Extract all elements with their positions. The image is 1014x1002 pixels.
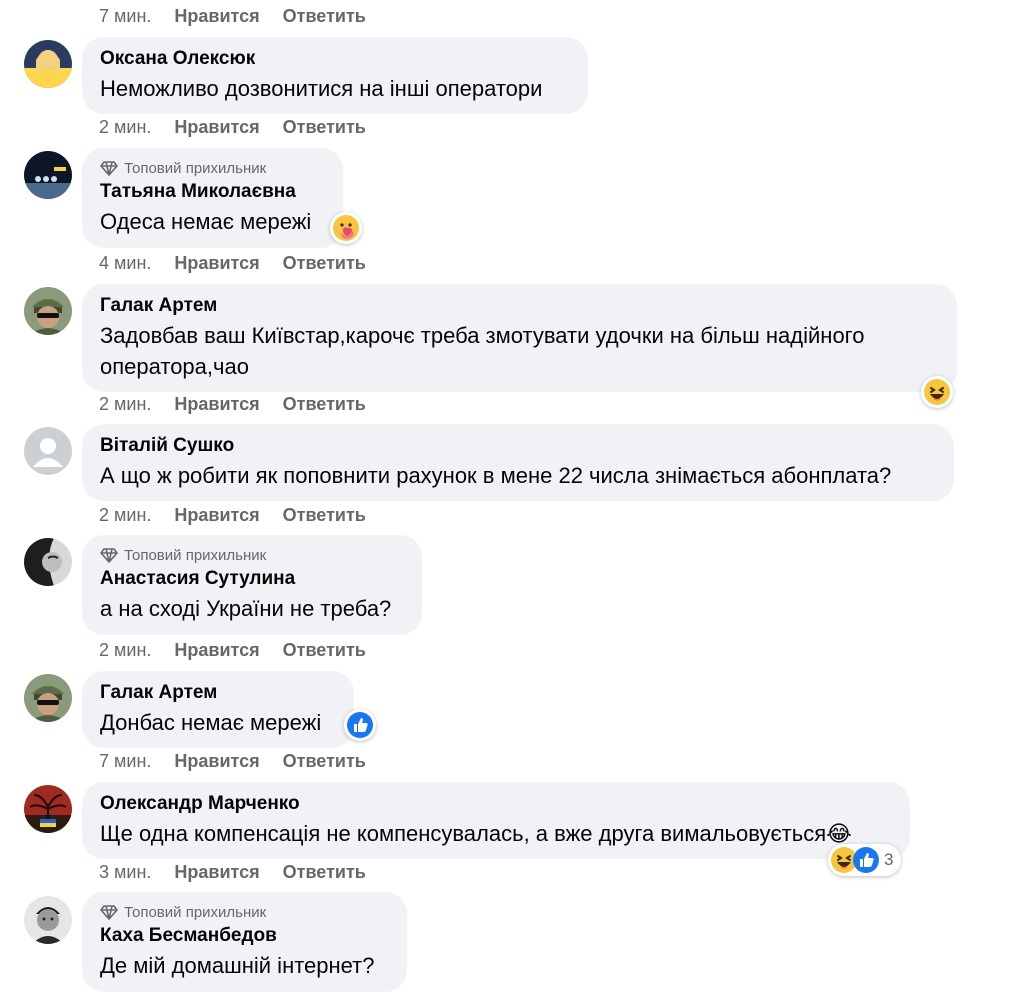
top-fan-badge: Топовий прихильник bbox=[100, 903, 389, 921]
reply-link[interactable]: Ответить bbox=[283, 751, 366, 771]
reply-link[interactable]: Ответить bbox=[283, 253, 366, 273]
comment-author[interactable]: Татьяна Миколаєвна bbox=[100, 181, 325, 203]
comment-meta: 2 мин. Нравится Ответить bbox=[99, 505, 366, 526]
comment-time[interactable]: 2 мин. bbox=[99, 394, 151, 414]
diamond-icon bbox=[100, 903, 118, 921]
comment-author[interactable]: Віталій Сушко bbox=[100, 435, 936, 457]
reply-link[interactable]: Ответить bbox=[283, 640, 366, 660]
like-link[interactable]: Нравится bbox=[174, 640, 259, 660]
comment-bubble: Галак Артем Задовбав ваш Київстар,карочє… bbox=[82, 284, 957, 392]
like-reaction-icon bbox=[346, 711, 374, 739]
comment-bubble: Топовий прихильник Анастасия Сутулина а … bbox=[82, 535, 422, 635]
comment-text: Ще одна компенсація не компенсувалась, а… bbox=[100, 821, 852, 846]
comment-time[interactable]: 2 мин. bbox=[99, 640, 151, 660]
comment-author[interactable]: Оксана Олексюк bbox=[100, 48, 570, 70]
comment-bubble: Олександр Марченко Ще одна компенсація н… bbox=[82, 782, 910, 859]
avatar[interactable] bbox=[24, 538, 72, 586]
comment-text: Неможливо дозвонитися на інші оператори bbox=[100, 76, 543, 101]
comment-meta: 2 мин. Нравится Ответить bbox=[99, 640, 366, 661]
care-reaction-icon bbox=[332, 214, 360, 242]
reaction-summary[interactable] bbox=[921, 376, 953, 408]
comment-meta: 7 мин. Нравится Ответить bbox=[99, 751, 366, 772]
badge-label: Топовий прихильник bbox=[124, 903, 267, 921]
comment-time[interactable]: 2 мин. bbox=[99, 505, 151, 525]
like-link[interactable]: Нравится bbox=[174, 505, 259, 525]
like-link[interactable]: Нравится bbox=[174, 253, 259, 273]
comment-text: Де мій домашній інтернет? bbox=[100, 953, 375, 978]
comment-text: Донбас немає мережі bbox=[100, 710, 322, 735]
comment-author[interactable]: Галак Артем bbox=[100, 295, 939, 317]
comment-time[interactable]: 4 мин. bbox=[99, 253, 151, 273]
avatar[interactable] bbox=[24, 40, 72, 88]
comment-time[interactable]: 7 мин. bbox=[99, 751, 151, 771]
comment-meta: 7 мин. Нравится Ответить bbox=[99, 6, 366, 27]
like-link[interactable]: Нравится bbox=[174, 862, 259, 882]
avatar[interactable] bbox=[24, 785, 72, 833]
avatar[interactable] bbox=[24, 896, 72, 944]
comment-text: А що ж робити як поповнити рахунок в мен… bbox=[100, 463, 892, 488]
diamond-icon bbox=[100, 546, 118, 564]
comment-text: а на сході України не треба? bbox=[100, 596, 392, 621]
like-link[interactable]: Нравится bbox=[174, 6, 259, 26]
badge-label: Топовий прихильник bbox=[124, 159, 267, 177]
badge-label: Топовий прихильник bbox=[124, 546, 267, 564]
top-fan-badge: Топовий прихильник bbox=[100, 546, 404, 564]
diamond-icon bbox=[100, 159, 118, 177]
comment-meta: 4 мин. Нравится Ответить bbox=[99, 253, 366, 274]
comment-bubble: Топовий прихильник Татьяна Миколаєвна Од… bbox=[82, 148, 343, 248]
comment-meta: 3 мин. Нравится Ответить bbox=[99, 862, 366, 883]
top-fan-badge: Топовий прихильник bbox=[100, 159, 325, 177]
comment-time[interactable]: 2 мин. bbox=[99, 117, 151, 137]
like-link[interactable]: Нравится bbox=[174, 117, 259, 137]
like-reaction-icon bbox=[852, 846, 880, 874]
avatar[interactable] bbox=[24, 674, 72, 722]
reaction-summary[interactable] bbox=[330, 212, 362, 244]
haha-reaction-icon bbox=[923, 378, 951, 406]
avatar[interactable] bbox=[24, 287, 72, 335]
comment-text: Одеса немає мережі bbox=[100, 209, 312, 234]
like-link[interactable]: Нравится bbox=[174, 751, 259, 771]
comment-bubble: Віталій Сушко А що ж робити як поповнити… bbox=[82, 424, 954, 501]
comment-author[interactable]: Анастасия Сутулина bbox=[100, 568, 404, 590]
avatar[interactable] bbox=[24, 151, 72, 199]
reply-link[interactable]: Ответить bbox=[283, 394, 366, 414]
comment-bubble: Оксана Олексюк Неможливо дозвонитися на … bbox=[82, 37, 588, 114]
like-link[interactable]: Нравится bbox=[174, 394, 259, 414]
comment-bubble: Топовий прихильник Каха Бесманбедов Де м… bbox=[82, 892, 407, 992]
comment-author[interactable]: Олександр Марченко bbox=[100, 793, 892, 815]
comment-author[interactable]: Галак Артем bbox=[100, 682, 336, 704]
comment-text: Задовбав ваш Київстар,карочє треба змоту… bbox=[100, 323, 865, 379]
reply-link[interactable]: Ответить bbox=[283, 505, 366, 525]
reaction-count: 3 bbox=[884, 850, 894, 869]
reply-link[interactable]: Ответить bbox=[283, 6, 366, 26]
comment-time[interactable]: 3 мин. bbox=[99, 862, 151, 882]
reply-link[interactable]: Ответить bbox=[283, 862, 366, 882]
reply-link[interactable]: Ответить bbox=[283, 117, 366, 137]
comment-meta: 2 мин. Нравится Ответить bbox=[99, 394, 366, 415]
comment-time[interactable]: 7 мин. bbox=[99, 6, 151, 26]
reaction-summary[interactable]: 3 bbox=[828, 844, 902, 876]
avatar[interactable] bbox=[24, 427, 72, 475]
comment-bubble: Галак Артем Донбас немає мережі bbox=[82, 671, 354, 748]
reaction-summary[interactable] bbox=[344, 709, 376, 741]
comment-author[interactable]: Каха Бесманбедов bbox=[100, 925, 389, 947]
comment-meta: 2 мин. Нравится Ответить bbox=[99, 117, 366, 138]
